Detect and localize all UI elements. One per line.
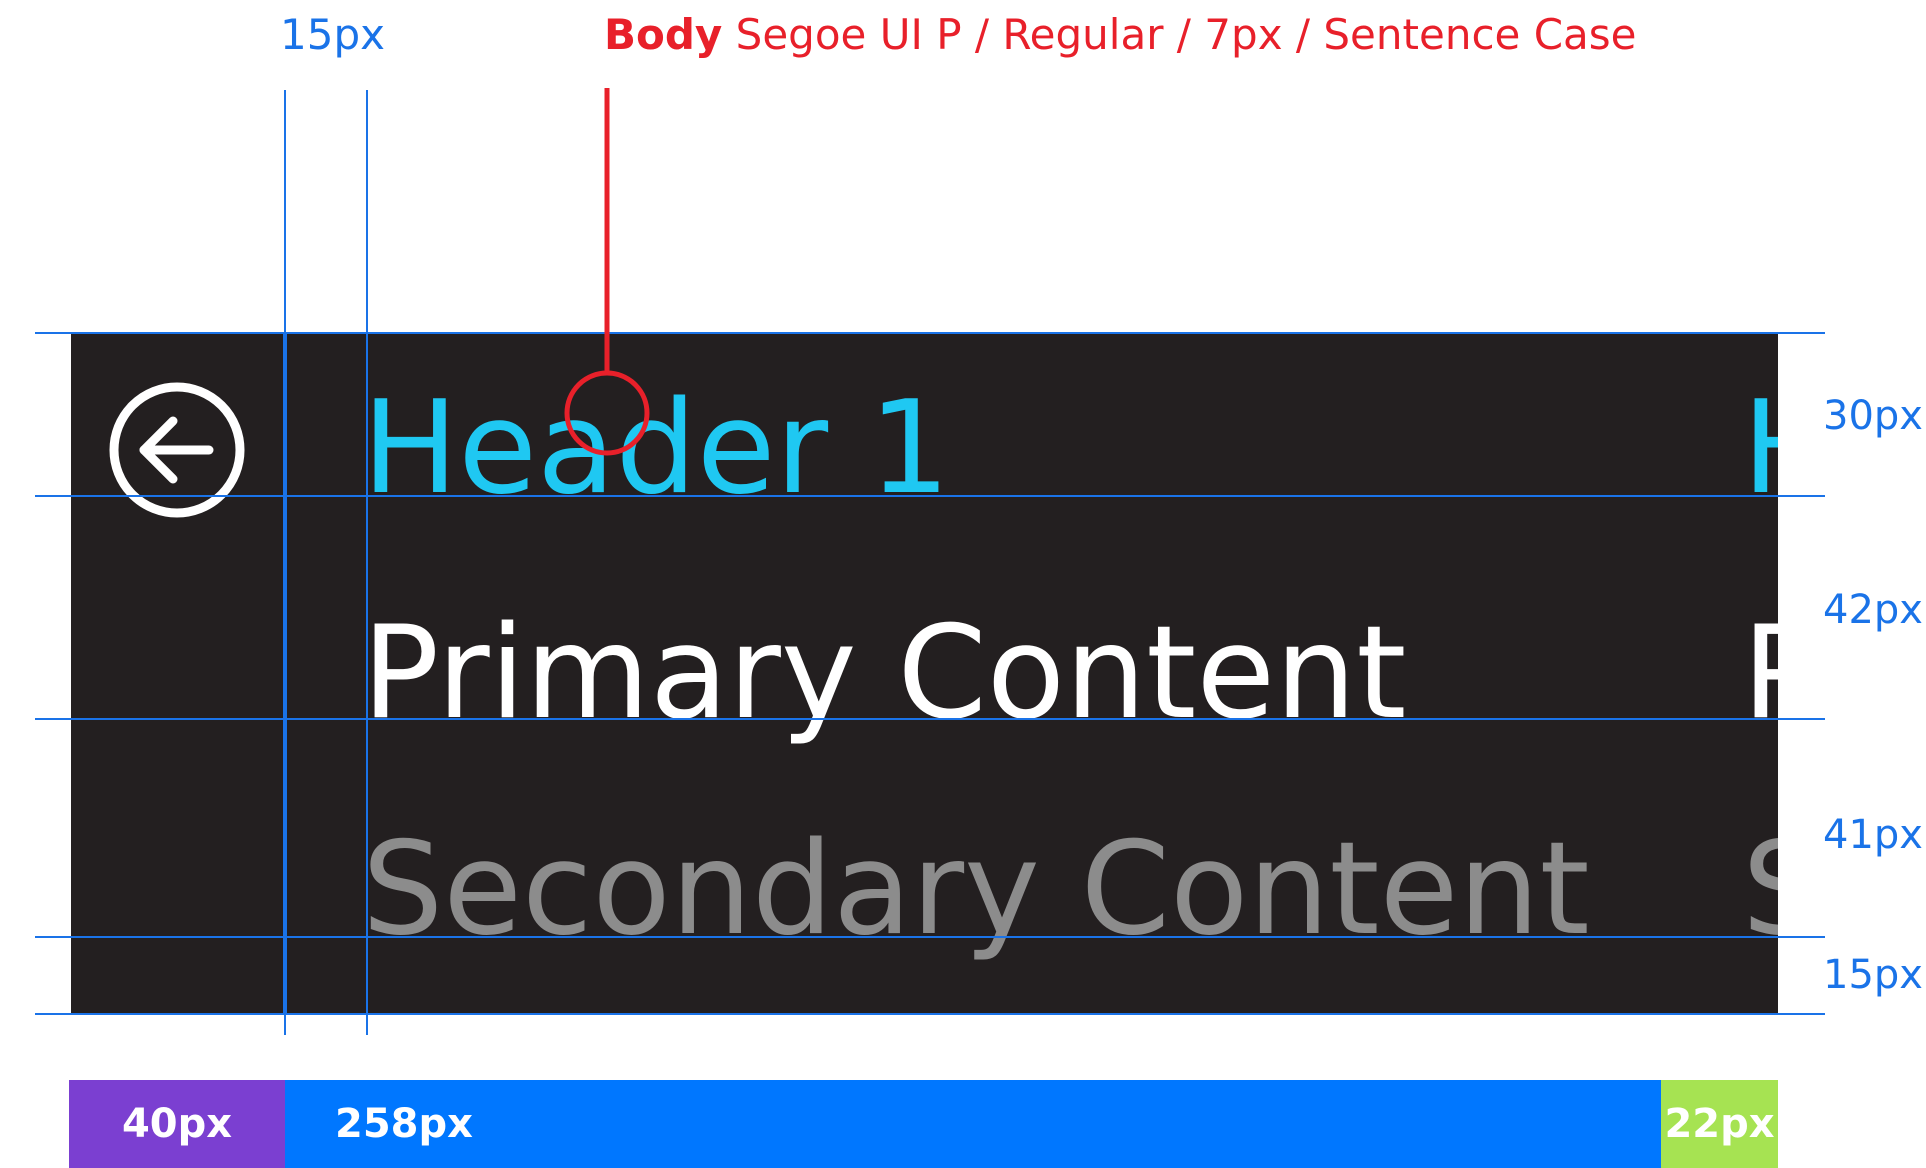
legend-content-column: 258px: [285, 1080, 1661, 1168]
measure-primary-row: 42px: [1823, 587, 1923, 633]
legend-right-margin: 22px: [1661, 1080, 1778, 1168]
measure-secondary-row: 41px: [1823, 812, 1923, 858]
measure-bottom-padding: 15px: [1823, 952, 1923, 998]
legend-content-column-label: 258px: [335, 1101, 473, 1147]
guide-line-bottom: [35, 1013, 1825, 1015]
measure-header-row: 30px: [1823, 393, 1923, 439]
legend-right-margin-label: 22px: [1664, 1101, 1775, 1147]
edge-header-repeat: H: [1742, 385, 1778, 513]
top-spacing-label: 15px: [280, 10, 385, 59]
back-arrow-circle-icon[interactable]: [108, 381, 246, 519]
body-font-annotation: Body Segoe UI P / Regular / 7px / Senten…: [604, 10, 1637, 59]
legend-back-column-label: 40px: [121, 1101, 233, 1147]
guide-line-primary-base: [35, 718, 1825, 720]
guide-line-content-start: [366, 90, 368, 1035]
body-label-bold: Body: [604, 10, 723, 59]
guide-line-header-base: [35, 495, 1825, 497]
guide-line-left-margin-bold: [283, 333, 287, 1013]
secondary-content-text: Secondary Content: [362, 815, 1590, 964]
legend-back-column: 40px: [69, 1080, 285, 1168]
guide-line-top: [35, 332, 1825, 334]
body-label-spec: Segoe UI P / Regular / 7px / Sentence Ca…: [722, 10, 1637, 59]
edge-secondary-repeat: S: [1742, 826, 1778, 954]
body-annotation-pointer: [564, 88, 650, 456]
guide-line-secondary-base: [35, 936, 1825, 938]
